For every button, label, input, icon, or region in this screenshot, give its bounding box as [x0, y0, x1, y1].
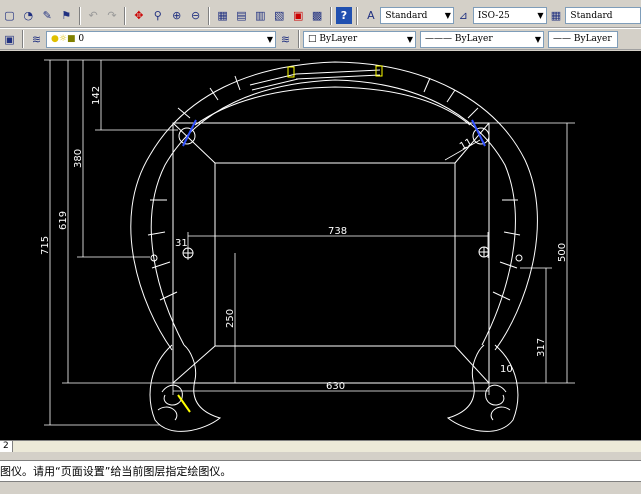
scroll-curl-left [161, 384, 183, 406]
layer-previous-icon[interactable]: ≋ [277, 31, 294, 48]
scroll-foot-left [149, 344, 222, 432]
color-select[interactable]: □ ByLayer ▼ [303, 30, 416, 48]
layer-manager-icon[interactable]: ≋ [28, 31, 45, 48]
separator [124, 6, 127, 25]
scroll-curl-right-2 [490, 406, 511, 421]
lightbulb-icon: ● [51, 34, 59, 44]
scroll-curl-left-2 [157, 406, 178, 421]
arch-band [194, 86, 471, 126]
dimension-lines [44, 59, 575, 426]
color-value: □ ByLayer [308, 34, 358, 44]
dim-10: 10 [500, 364, 513, 375]
outer-frame [172, 122, 490, 384]
command-text: 图仪。请用“页面设置”给当前图层指定绘图仪。 [0, 465, 232, 478]
linetype-label: ByLayer [454, 34, 493, 44]
separator [78, 6, 81, 25]
make-object-layer-current-icon[interactable]: ▣ [1, 31, 18, 48]
corner-br [454, 345, 490, 384]
open-icon[interactable]: ◔ [20, 7, 37, 24]
drawing-canvas[interactable]: 142 380 619 715 738 31 250 630 500 317 1… [0, 51, 641, 440]
separator [208, 6, 211, 25]
lineweight-label: ByLayer [573, 34, 612, 44]
scroll-foot-right [446, 344, 519, 432]
design-center-icon[interactable]: ▤ [233, 7, 250, 24]
separator [298, 30, 300, 48]
arch-inner [150, 79, 516, 346]
corner-bl [172, 345, 216, 384]
hole-right [515, 254, 523, 262]
dim-style-select[interactable]: ISO-25 ▼ [472, 7, 547, 24]
inner-frame [214, 162, 456, 347]
chevron-down-icon: ▼ [534, 34, 541, 44]
tool-palette-icon[interactable]: ▥ [252, 7, 269, 24]
layer-name: 0 [78, 34, 85, 44]
brush-icon[interactable]: ✎ [39, 7, 56, 24]
dim-31: 31 [175, 238, 188, 249]
arch-segments [147, 75, 521, 301]
new-icon[interactable]: ▢ [1, 7, 18, 24]
dim-738: 738 [328, 226, 347, 237]
dim-380: 380 [73, 149, 84, 168]
undo-icon[interactable]: ↶ [85, 7, 102, 24]
color-label: ByLayer [319, 34, 358, 44]
standard-toolbar: ▢ ◔ ✎ ⚑ ↶ ↷ ✥ ⚲ ⊕ ⊖ ▦ ▤ ▥ ▧ ▣ ▩ ? A Stan… [0, 4, 641, 28]
table-style-select[interactable]: Standard [565, 7, 641, 24]
text-style-value: Standard [385, 10, 428, 21]
top-plate [249, 65, 383, 91]
layout-tabs: 2 [0, 440, 641, 452]
chevron-down-icon: ▼ [444, 11, 451, 20]
match-icon[interactable]: ⚑ [58, 7, 75, 24]
table-style-value: Standard [570, 10, 613, 21]
dim-317: 317 [536, 338, 547, 357]
dim-11: 11 [458, 137, 475, 153]
accent-yellow-left [177, 394, 191, 413]
dim-142: 142 [91, 86, 102, 105]
separator [329, 6, 332, 25]
markup-icon[interactable]: ▣ [290, 7, 307, 24]
splitter[interactable] [0, 452, 641, 461]
dim-250: 250 [225, 309, 236, 328]
command-line[interactable]: 图仪。请用“页面设置”给当前图层指定绘图仪。 [0, 461, 641, 481]
layer-select[interactable]: ●☼■ 0 ▼ [46, 30, 276, 48]
separator [22, 30, 24, 48]
separator [356, 6, 359, 25]
calculator-icon[interactable]: ▩ [309, 7, 326, 24]
lock-icon: ■ [66, 34, 76, 44]
help-icon[interactable]: ? [335, 7, 353, 24]
zoom-window-icon[interactable]: ⊕ [168, 7, 185, 24]
sheet-set-icon[interactable]: ▧ [271, 7, 288, 24]
dim-500: 500 [557, 243, 568, 262]
linetype-select[interactable]: ——— ByLayer ▼ [420, 30, 544, 48]
chevron-down-icon: ▼ [406, 34, 413, 44]
table-style-icon: ▦ [550, 9, 562, 22]
pan-icon[interactable]: ✥ [130, 7, 147, 24]
zoom-previous-icon[interactable]: ⊖ [187, 7, 204, 24]
redo-icon[interactable]: ↷ [104, 7, 121, 24]
tab-layout[interactable]: 2 [0, 441, 13, 452]
text-style-select[interactable]: Standard ▼ [380, 7, 454, 24]
lineweight-select[interactable]: —— ByLayer [548, 30, 618, 48]
sun-icon: ☼ [58, 34, 67, 44]
arch-outer [130, 61, 538, 351]
chevron-down-icon: ▼ [537, 11, 544, 20]
layers-toolbar: ▣ ≋ ●☼■ 0 ▼ ≋ □ ByLayer ▼ ——— ByLayer ▼ ——… [0, 28, 641, 50]
properties-icon[interactable]: ▦ [214, 7, 231, 24]
dim-630: 630 [326, 381, 345, 392]
dim-619: 619 [58, 211, 69, 230]
status-bar [0, 481, 641, 494]
text-style-icon: A [367, 9, 375, 22]
dim-style-value: ISO-25 [477, 10, 510, 21]
dim-style-icon: ⊿ [458, 9, 469, 22]
layer-state: ●☼■ 0 [51, 34, 84, 44]
dim-715: 715 [40, 236, 51, 255]
chevron-down-icon: ▼ [266, 34, 273, 44]
drawing[interactable]: 142 380 619 715 738 31 250 630 500 317 1… [0, 51, 641, 440]
lineweight-value: —— ByLayer [553, 34, 612, 44]
linetype-value: ——— ByLayer [425, 34, 493, 44]
zoom-realtime-icon[interactable]: ⚲ [149, 7, 166, 24]
